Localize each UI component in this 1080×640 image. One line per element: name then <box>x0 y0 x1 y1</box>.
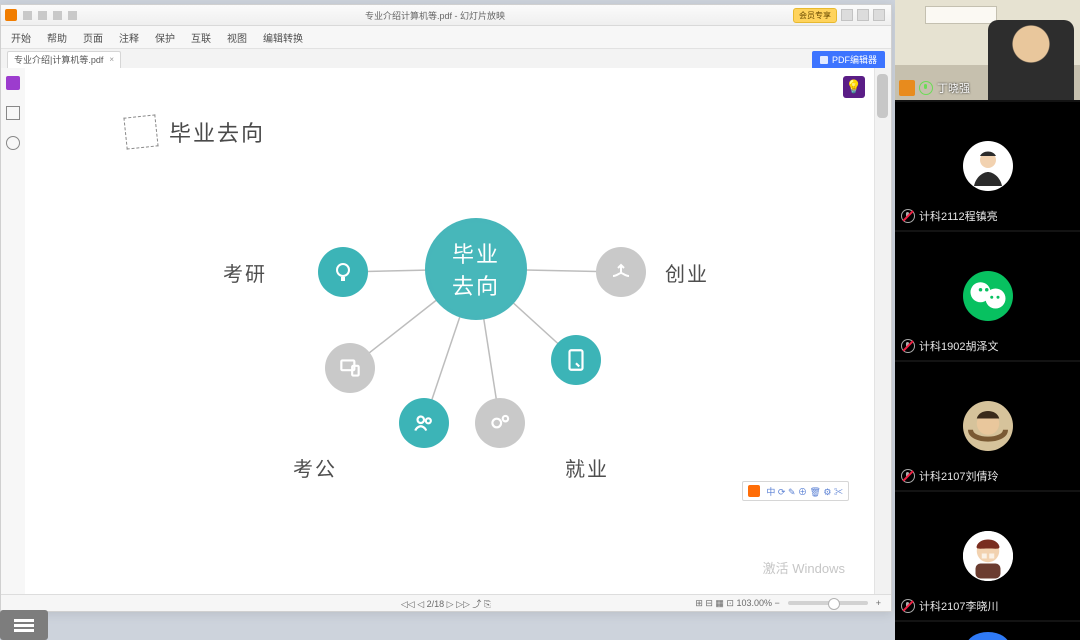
mic-muted-icon <box>901 209 915 223</box>
slide-title: 毕业去向 <box>125 116 265 148</box>
menu-protect[interactable]: 保护 <box>155 30 175 45</box>
menu-annotate[interactable]: 注释 <box>119 30 139 45</box>
scroll-thumb[interactable] <box>877 74 888 118</box>
menu-connect[interactable]: 互联 <box>191 30 211 45</box>
title-notebook-icon <box>123 114 158 149</box>
mic-muted-icon <box>901 599 915 613</box>
menu-page[interactable]: 页面 <box>83 30 103 45</box>
participant-tile[interactable]: 计科1902胡泽文 <box>895 232 1080 362</box>
participant-name: 计科2112程镇亮 <box>919 208 998 224</box>
pdf-edit-button[interactable]: PDF编辑器 <box>812 51 885 68</box>
zoom-slider[interactable] <box>788 601 868 605</box>
search-icon[interactable] <box>6 136 20 150</box>
participant-name: 计科1902胡泽文 <box>919 338 998 354</box>
document-tab[interactable]: 专业介绍|计算机等.pdf × <box>7 51 121 68</box>
left-toolbar <box>1 68 26 595</box>
document-title: 专业介绍计算机等.pdf - 幻灯片放映 <box>77 9 793 22</box>
label-jiuye: 就业 <box>565 453 609 482</box>
menu-view[interactable]: 视图 <box>227 30 247 45</box>
hand-plant-icon <box>609 260 633 284</box>
maximize-icon[interactable] <box>857 9 869 21</box>
vertical-scrollbar[interactable] <box>874 68 891 595</box>
tab-close-icon[interactable]: × <box>109 55 114 64</box>
app-titlebar: 专业介绍计算机等.pdf - 幻灯片放映 会员专享 <box>1 5 891 26</box>
avatar <box>963 271 1013 321</box>
label-chuangye: 创业 <box>665 258 709 287</box>
people-icon <box>411 410 437 436</box>
participant-tile[interactable]: 计科2107刘倩玲 <box>895 362 1080 492</box>
node-devices <box>325 343 375 393</box>
participant-tile[interactable]: 菁池 <box>895 622 1080 640</box>
page-navigator[interactable]: ◁◁ ◁ 2/18 ▷ ▷▷ ⤴ ⎘ <box>401 597 491 610</box>
host-menu-icon[interactable] <box>0 610 48 640</box>
close-icon[interactable] <box>873 9 885 21</box>
presenter-name: 丁晓强 <box>937 80 970 96</box>
mic-muted-icon <box>901 339 915 353</box>
view-buttons[interactable]: ⊞ ⊟ ▦ ⊡ 103.00% − <box>695 598 779 609</box>
menu-edit[interactable]: 编辑转换 <box>263 30 303 45</box>
presenter-video[interactable]: 丁晓强 <box>895 0 1080 102</box>
menu-bar: 开始 帮助 页面 注释 保护 互联 视图 编辑转换 <box>1 26 891 49</box>
avatar <box>963 141 1013 191</box>
presenter-badge-icon <box>899 80 915 96</box>
app-logo-icon <box>5 9 17 21</box>
gears-icon <box>487 410 513 436</box>
page-thumb-icon[interactable] <box>6 106 20 120</box>
slide-title-text: 毕业去向 <box>169 116 265 148</box>
center-node: 毕业去向 <box>425 218 527 320</box>
menu-start[interactable]: 开始 <box>11 30 31 45</box>
sogou-logo-icon <box>748 485 760 497</box>
devices-icon <box>337 355 363 381</box>
node-hand <box>596 247 646 297</box>
avatar: 菁池 <box>966 632 1010 640</box>
status-bar: ◁◁ ◁ 2/18 ▷ ▷▷ ⤴ ⎘ ⊞ ⊟ ▦ ⊡ 103.00% − + <box>1 594 891 611</box>
lightbulb-icon <box>331 260 355 284</box>
slide-canvas: 💡 毕业去向 毕业去向 <box>25 68 875 595</box>
label-kaogong: 考公 <box>293 453 337 482</box>
idea-bulb-icon[interactable]: 💡 <box>843 76 865 98</box>
label-kaoyan: 考研 <box>223 258 267 287</box>
participant-tile[interactable]: 计科2107李晓川 <box>895 492 1080 622</box>
node-bulb <box>318 247 368 297</box>
tab-label: 专业介绍|计算机等.pdf <box>14 53 103 66</box>
participant-name: 计科2107刘倩玲 <box>919 468 998 484</box>
windows-activate-watermark: 激活 Windows <box>763 558 845 577</box>
node-tablet <box>551 335 601 385</box>
tab-bar: 专业介绍|计算机等.pdf × PDF编辑器 <box>1 49 891 70</box>
menu-help[interactable]: 帮助 <box>47 30 67 45</box>
premium-badge[interactable]: 会员专享 <box>793 8 837 23</box>
avatar <box>963 531 1013 581</box>
ime-toolbar[interactable]: 中 ⟳ ✎ ⊕ 🗑 ⚙ ✂ <box>742 481 849 501</box>
node-gears <box>475 398 525 448</box>
avatar <box>963 401 1013 451</box>
participant-tile[interactable]: 计科2112程镇亮 <box>895 102 1080 232</box>
node-people <box>399 398 449 448</box>
participant-name: 计科2107李晓川 <box>919 598 998 614</box>
tablet-touch-icon <box>563 347 589 373</box>
bookmark-icon[interactable] <box>6 76 20 90</box>
mic-muted-icon <box>901 469 915 483</box>
quick-access-icons[interactable] <box>23 11 77 20</box>
zoom-plus[interactable]: + <box>876 598 881 608</box>
participants-panel: 丁晓强 计科2112程镇亮 计科1902胡泽文 计科2107刘倩玲 计科2107… <box>895 0 1080 640</box>
minimize-icon[interactable] <box>841 9 853 21</box>
shared-screen: 专业介绍计算机等.pdf - 幻灯片放映 会员专享 开始 帮助 页面 注释 保护… <box>0 4 892 612</box>
mic-on-icon <box>919 81 933 95</box>
